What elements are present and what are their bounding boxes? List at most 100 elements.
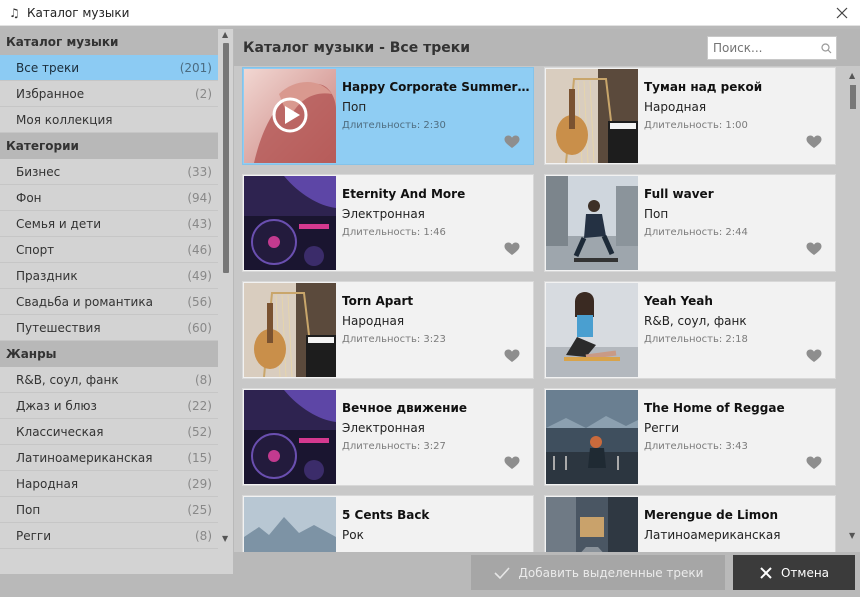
track-genre: R&B, соул, фанк — [644, 314, 747, 328]
cancel-button-label: Отмена — [780, 565, 830, 580]
main-header: Каталог музыки - Все треки — [234, 29, 860, 66]
track-card[interactable]: 5 Cents Back Рок — [242, 495, 534, 552]
add-selected-tracks-button[interactable]: Добавить выделенные треки — [471, 555, 725, 590]
sidebar-item[interactable]: Спорт (46) — [0, 237, 218, 263]
sidebar-item-count: (94) — [187, 190, 212, 205]
track-duration: Длительность: 3:43 — [644, 441, 748, 452]
sidebar-item-count: (60) — [187, 320, 212, 335]
heart-icon[interactable] — [504, 242, 520, 259]
sidebar-item[interactable]: Свадьба и романтика (56) — [0, 289, 218, 315]
sidebar-item-label: Путешествия — [16, 320, 101, 335]
track-duration: Длительность: 2:30 — [342, 120, 446, 131]
sidebar-item-count: (8) — [195, 528, 212, 543]
sidebar-item-count: (43) — [187, 216, 212, 231]
sidebar-item-label: Поп — [16, 502, 41, 517]
sidebar-item[interactable]: Праздник (49) — [0, 263, 218, 289]
track-info: Вечное движение Электронная Длительность: … — [342, 401, 530, 452]
sidebar-item[interactable]: Латиноамериканская (15) — [0, 445, 218, 471]
tracks-scrollbar[interactable]: ▲ ▼ — [846, 67, 860, 552]
sidebar-item[interactable]: Фон (94) — [0, 185, 218, 211]
sidebar-item-count: (22) — [187, 398, 212, 413]
track-duration: Длительность: 1:00 — [644, 120, 748, 131]
sidebar-item[interactable]: Избранное (2) — [0, 81, 218, 107]
sidebar-item-label: Все треки — [16, 60, 80, 75]
scroll-up-icon[interactable]: ▲ — [222, 30, 228, 39]
sidebar-item[interactable]: Поп (25) — [0, 497, 218, 523]
sidebar-item-count: (25) — [187, 502, 212, 517]
search-icon[interactable] — [821, 43, 832, 54]
track-info: Merengue de Limon Латиноамериканская — [644, 508, 832, 548]
heart-icon[interactable] — [806, 135, 822, 152]
sidebar-item[interactable]: Классическая (52) — [0, 419, 218, 445]
sidebar-item[interactable]: Регги (8) — [0, 523, 218, 549]
track-card[interactable]: Вечное движение Электронная Длительность: … — [242, 388, 534, 486]
scroll-down-icon[interactable]: ▼ — [849, 531, 855, 540]
track-info: Happy Corporate Summer Jo... Поп Длительно… — [342, 80, 530, 131]
track-info: Torn Apart Народная Длительность: 3:23 — [342, 294, 530, 345]
sidebar-item-count: (49) — [187, 268, 212, 283]
track-thumbnail — [546, 497, 638, 552]
track-genre: Электронная — [342, 421, 425, 435]
sidebar-scrollbar[interactable]: ▲ ▼ — [220, 29, 232, 574]
track-info: The Home of Reggae Регги Длительность: 3:4… — [644, 401, 832, 452]
scroll-down-icon[interactable]: ▼ — [222, 534, 228, 543]
track-info: Eternity And More Электронная Длительность… — [342, 187, 530, 238]
tracks-scroll-thumb[interactable] — [850, 85, 856, 109]
track-title: The Home of Reggae — [644, 401, 785, 415]
track-card[interactable]: Merengue de Limon Латиноамериканская — [544, 495, 836, 552]
sidebar-item-label: Латиноамериканская — [16, 450, 153, 465]
sidebar: Каталог музыки Все треки (201) Избранное (2)… — [0, 29, 233, 574]
cancel-button[interactable]: Отмена — [733, 555, 855, 590]
sidebar-item-count: (8) — [195, 372, 212, 387]
heart-icon[interactable] — [806, 349, 822, 366]
sidebar-item-count: (201) — [179, 60, 212, 75]
page-title: Каталог музыки - Все треки — [243, 40, 471, 56]
sidebar-item-count: (33) — [187, 164, 212, 179]
search-box[interactable] — [707, 36, 837, 60]
heart-icon[interactable] — [806, 242, 822, 259]
track-grid: Happy Corporate Summer Jo... Поп Длительно… — [242, 67, 840, 552]
heart-icon[interactable] — [504, 135, 520, 152]
track-card[interactable]: Happy Corporate Summer Jo... Поп Длительно… — [242, 67, 534, 165]
track-duration: Длительность: 2:18 — [644, 334, 748, 345]
track-genre: Народная — [342, 314, 405, 328]
close-icon[interactable] — [832, 3, 852, 23]
title-bar: ♫ Каталог музыки — [0, 0, 860, 26]
track-title: Happy Corporate Summer Jo... — [342, 80, 530, 94]
close-icon — [760, 566, 772, 579]
sidebar-item[interactable]: Бизнес (33) — [0, 159, 218, 185]
sidebar-item-count: (46) — [187, 242, 212, 257]
sidebar-item-label: R&B, соул, фанк — [16, 372, 119, 387]
track-card[interactable]: Torn Apart Народная Длительность: 3:23 — [242, 281, 534, 379]
sidebar-section-header: Жанры — [0, 341, 218, 367]
track-title: Merengue de Limon — [644, 508, 779, 522]
track-card[interactable]: Туман над рекой Народная Длительность: 1:0… — [544, 67, 836, 165]
track-card[interactable]: Full waver Поп Длительность: 2:44 — [544, 174, 836, 272]
heart-icon[interactable] — [504, 349, 520, 366]
track-title: Yeah Yeah — [644, 294, 713, 308]
search-input[interactable] — [713, 41, 819, 55]
sidebar-item-count: (15) — [187, 450, 212, 465]
sidebar-item[interactable]: R&B, соул, фанк (8) — [0, 367, 218, 393]
track-card[interactable]: Eternity And More Электронная Длительность… — [242, 174, 534, 272]
scroll-up-icon[interactable]: ▲ — [849, 71, 855, 80]
sidebar-item-label: Фон — [16, 190, 42, 205]
sidebar-item[interactable]: Все треки (201) — [0, 55, 218, 81]
sidebar-item[interactable]: Народная (29) — [0, 471, 218, 497]
sidebar-item-label: Свадьба и романтика — [16, 294, 153, 309]
sidebar-item-count: (56) — [187, 294, 212, 309]
sidebar-item[interactable]: Семья и дети (43) — [0, 211, 218, 237]
heart-icon[interactable] — [806, 456, 822, 473]
sidebar-item-label: Избранное — [16, 86, 85, 101]
sidebar-item[interactable]: Путешествия (60) — [0, 315, 218, 341]
track-thumbnail — [244, 69, 336, 163]
track-card[interactable]: Yeah Yeah R&B, соул, фанк Длительность: 2:… — [544, 281, 836, 379]
track-thumbnail — [244, 176, 336, 270]
track-card[interactable]: The Home of Reggae Регги Длительность: 3:4… — [544, 388, 836, 486]
sidebar-item[interactable]: Моя коллекция — [0, 107, 218, 133]
sidebar-item[interactable]: Джаз и блюз (22) — [0, 393, 218, 419]
sidebar-section-header: Категории — [0, 133, 218, 159]
track-thumbnail — [546, 176, 638, 270]
heart-icon[interactable] — [504, 456, 520, 473]
sidebar-scroll-thumb[interactable] — [223, 43, 229, 273]
